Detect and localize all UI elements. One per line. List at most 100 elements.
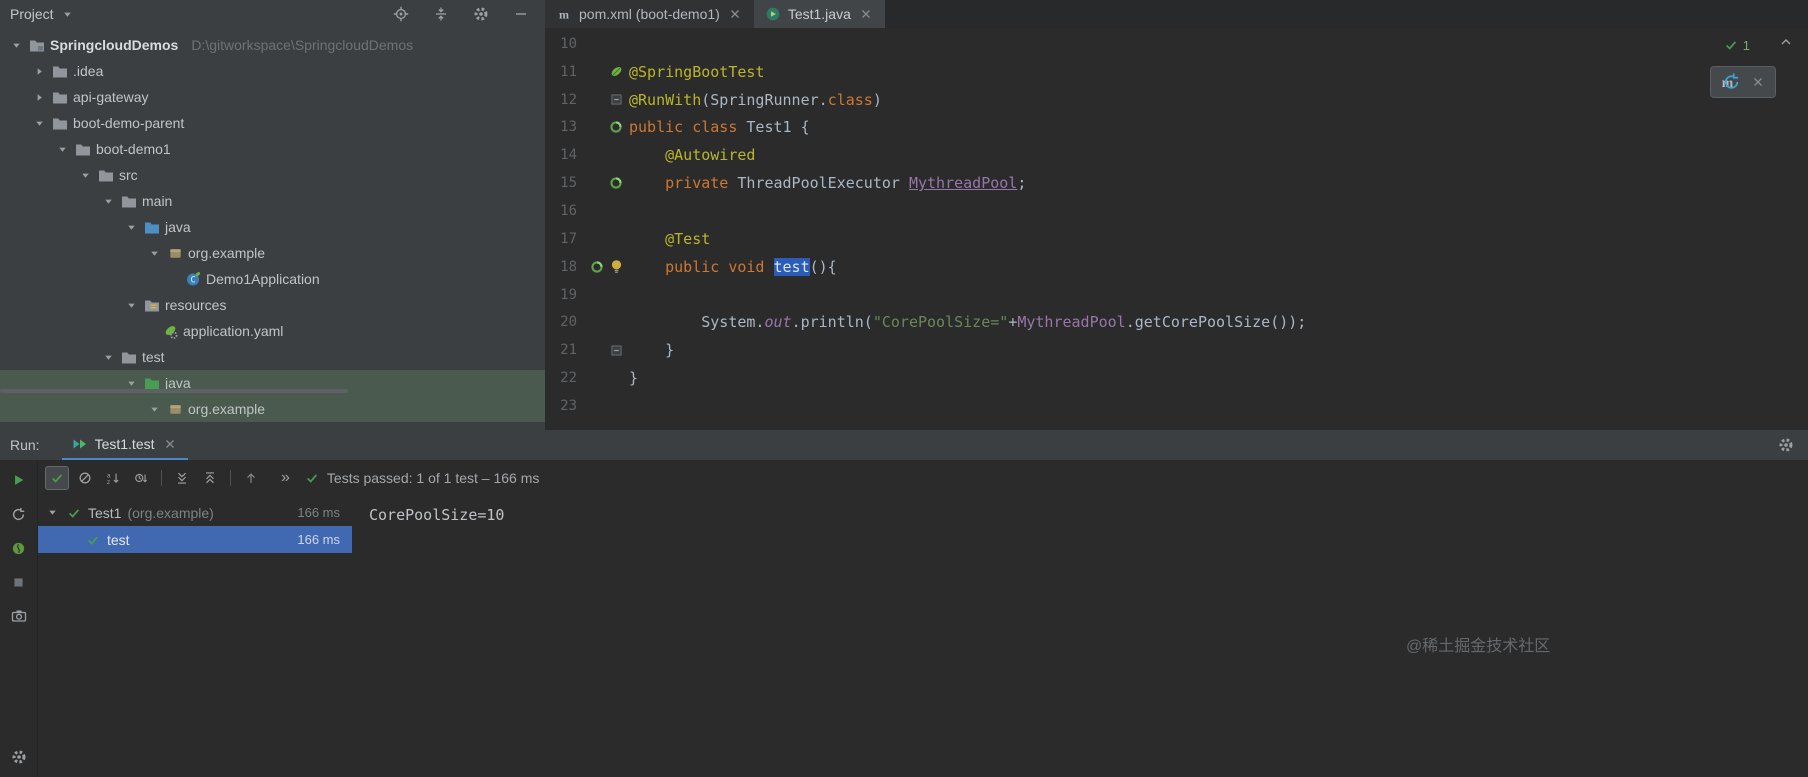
tree-row[interactable]: boot-demo1 [0,136,545,162]
svg-text:z: z [107,479,110,485]
screenshot-icon[interactable] [11,608,27,624]
hide-widget-chevron[interactable] [1780,38,1792,46]
tree-row[interactable]: boot-demo-parent [0,110,545,136]
chevron-down-icon[interactable] [77,167,93,183]
editor-line: 22} [545,364,1808,392]
tree-row[interactable]: SpringcloudDemos D:\gitworkspace\Springcl… [0,32,545,58]
tree-item-label: java [165,219,191,235]
chevron-down-icon[interactable] [8,37,24,53]
bulb-icon[interactable] [608,259,624,275]
bean-icon[interactable] [608,119,624,135]
show-passed-icon [49,470,65,486]
chevron-down-icon[interactable] [31,115,47,131]
gutter [577,259,629,275]
tree-row[interactable]: src [0,162,545,188]
bean-icon[interactable] [589,259,605,275]
folder-icon [75,141,91,157]
chevron-down-icon[interactable] [123,297,139,313]
expand-all-icon [174,470,190,486]
inspections-widget[interactable]: 1 [1723,37,1750,53]
tree-item-label: org.example [188,401,266,417]
tree-row[interactable]: .idea [0,58,545,84]
line-number: 22 [560,370,577,387]
chevron-down-icon[interactable] [123,219,139,235]
collapse-all-button[interactable] [198,466,222,490]
tree-row[interactable]: application.yaml [0,318,545,344]
editor-line: 18 public void test(){ [545,253,1808,281]
chevron-right-icon[interactable] [31,63,47,79]
tree-item-label: .idea [73,63,104,79]
fold-start-icon[interactable] [608,92,624,108]
close-icon[interactable] [1750,74,1766,90]
test-tree-row[interactable]: Test1 (org.example) 166 ms [38,499,352,526]
tree-row[interactable]: org.example [0,240,545,266]
fold-end-icon[interactable] [608,342,624,358]
code-text: @RunWith(SpringRunner.class) [629,90,882,109]
sort-by-duration-button[interactable] [129,466,153,490]
project-header-icons [393,6,529,22]
editor-line: 17 @Test [545,225,1808,253]
maven-reload-icon[interactable]: m [1720,72,1740,92]
maven-reload-popup[interactable]: m [1710,66,1776,98]
project-view-title[interactable]: Project [10,6,54,22]
navigate-up-icon [243,470,259,486]
chevron-right-icon[interactable] [31,89,47,105]
test-tree-row[interactable]: test 166 ms [38,526,352,553]
chevron-down-icon[interactable] [44,505,60,521]
bean-icon[interactable] [608,175,624,191]
editor-tab[interactable]: Test1.java [753,0,885,28]
close-icon[interactable] [727,6,743,22]
tree-row[interactable]: api-gateway [0,84,545,110]
gear-icon[interactable] [11,749,27,765]
line-number: 19 [560,286,577,303]
rerun-icon[interactable] [11,472,27,488]
run-tab-label: Test1.test [94,436,155,452]
horizontal-scrollbar[interactable] [0,389,348,393]
editor-tab[interactable]: m pom.xml (boot-demo1) [545,0,754,28]
chevron-down-icon[interactable] [146,245,162,261]
rerun-failed-icon[interactable] [11,506,27,522]
gear-icon[interactable] [1778,437,1794,453]
close-icon[interactable] [162,436,178,452]
collapse-all-header-icon[interactable] [433,6,449,22]
tree-row[interactable]: C Demo1Application [0,266,545,292]
navigate-up-button[interactable] [239,466,263,490]
expand-all-button[interactable] [170,466,194,490]
code-editor[interactable]: 10 11 @SpringBootTest 12 @RunWith(SpringRunn… [545,28,1808,430]
tree-row[interactable]: java [0,214,545,240]
close-icon[interactable] [858,6,874,22]
toolbar-divider [230,470,231,486]
run-body: az » Tests passed: 1 of 1 test – 166 ms … [0,460,1808,777]
tree-row[interactable]: resources [0,292,545,318]
line-number: 18 [560,258,577,275]
tree-row[interactable]: test [0,344,545,370]
check-icon [304,470,320,486]
chevron-down-icon[interactable] [146,401,162,417]
spring-leaf-icon[interactable] [608,64,624,80]
run-tab[interactable]: Test1.test [61,430,188,460]
line-number: 21 [560,342,577,359]
editor-line: 19 [545,281,1808,309]
line-number: 11 [560,63,577,80]
tree-row[interactable]: org.example [0,396,545,422]
chevron-down-icon[interactable] [54,141,70,157]
show-ignored-button[interactable] [73,466,97,490]
editor-tab-label: pom.xml (boot-demo1) [579,6,720,22]
class-icon: C [185,271,201,287]
gear-icon[interactable] [473,6,489,22]
hide-icon[interactable] [513,6,529,22]
package-icon [167,245,183,261]
chevron-down-icon[interactable] [100,349,116,365]
stop-icon[interactable] [11,574,27,590]
show-passed-button[interactable] [45,466,69,490]
chevron-down-icon[interactable] [60,6,76,22]
tree-row[interactable]: main [0,188,545,214]
spring-boot-icon[interactable] [11,540,27,556]
chevron-down-icon[interactable] [100,193,116,209]
line-number: 12 [560,91,577,108]
sort-alphabetically-button[interactable]: az [101,466,125,490]
toolbar-chevrons[interactable]: » [281,469,290,487]
test-result-tree: Test1 (org.example) 166 ms test 166 ms [38,496,352,777]
locate-icon[interactable] [393,6,409,22]
